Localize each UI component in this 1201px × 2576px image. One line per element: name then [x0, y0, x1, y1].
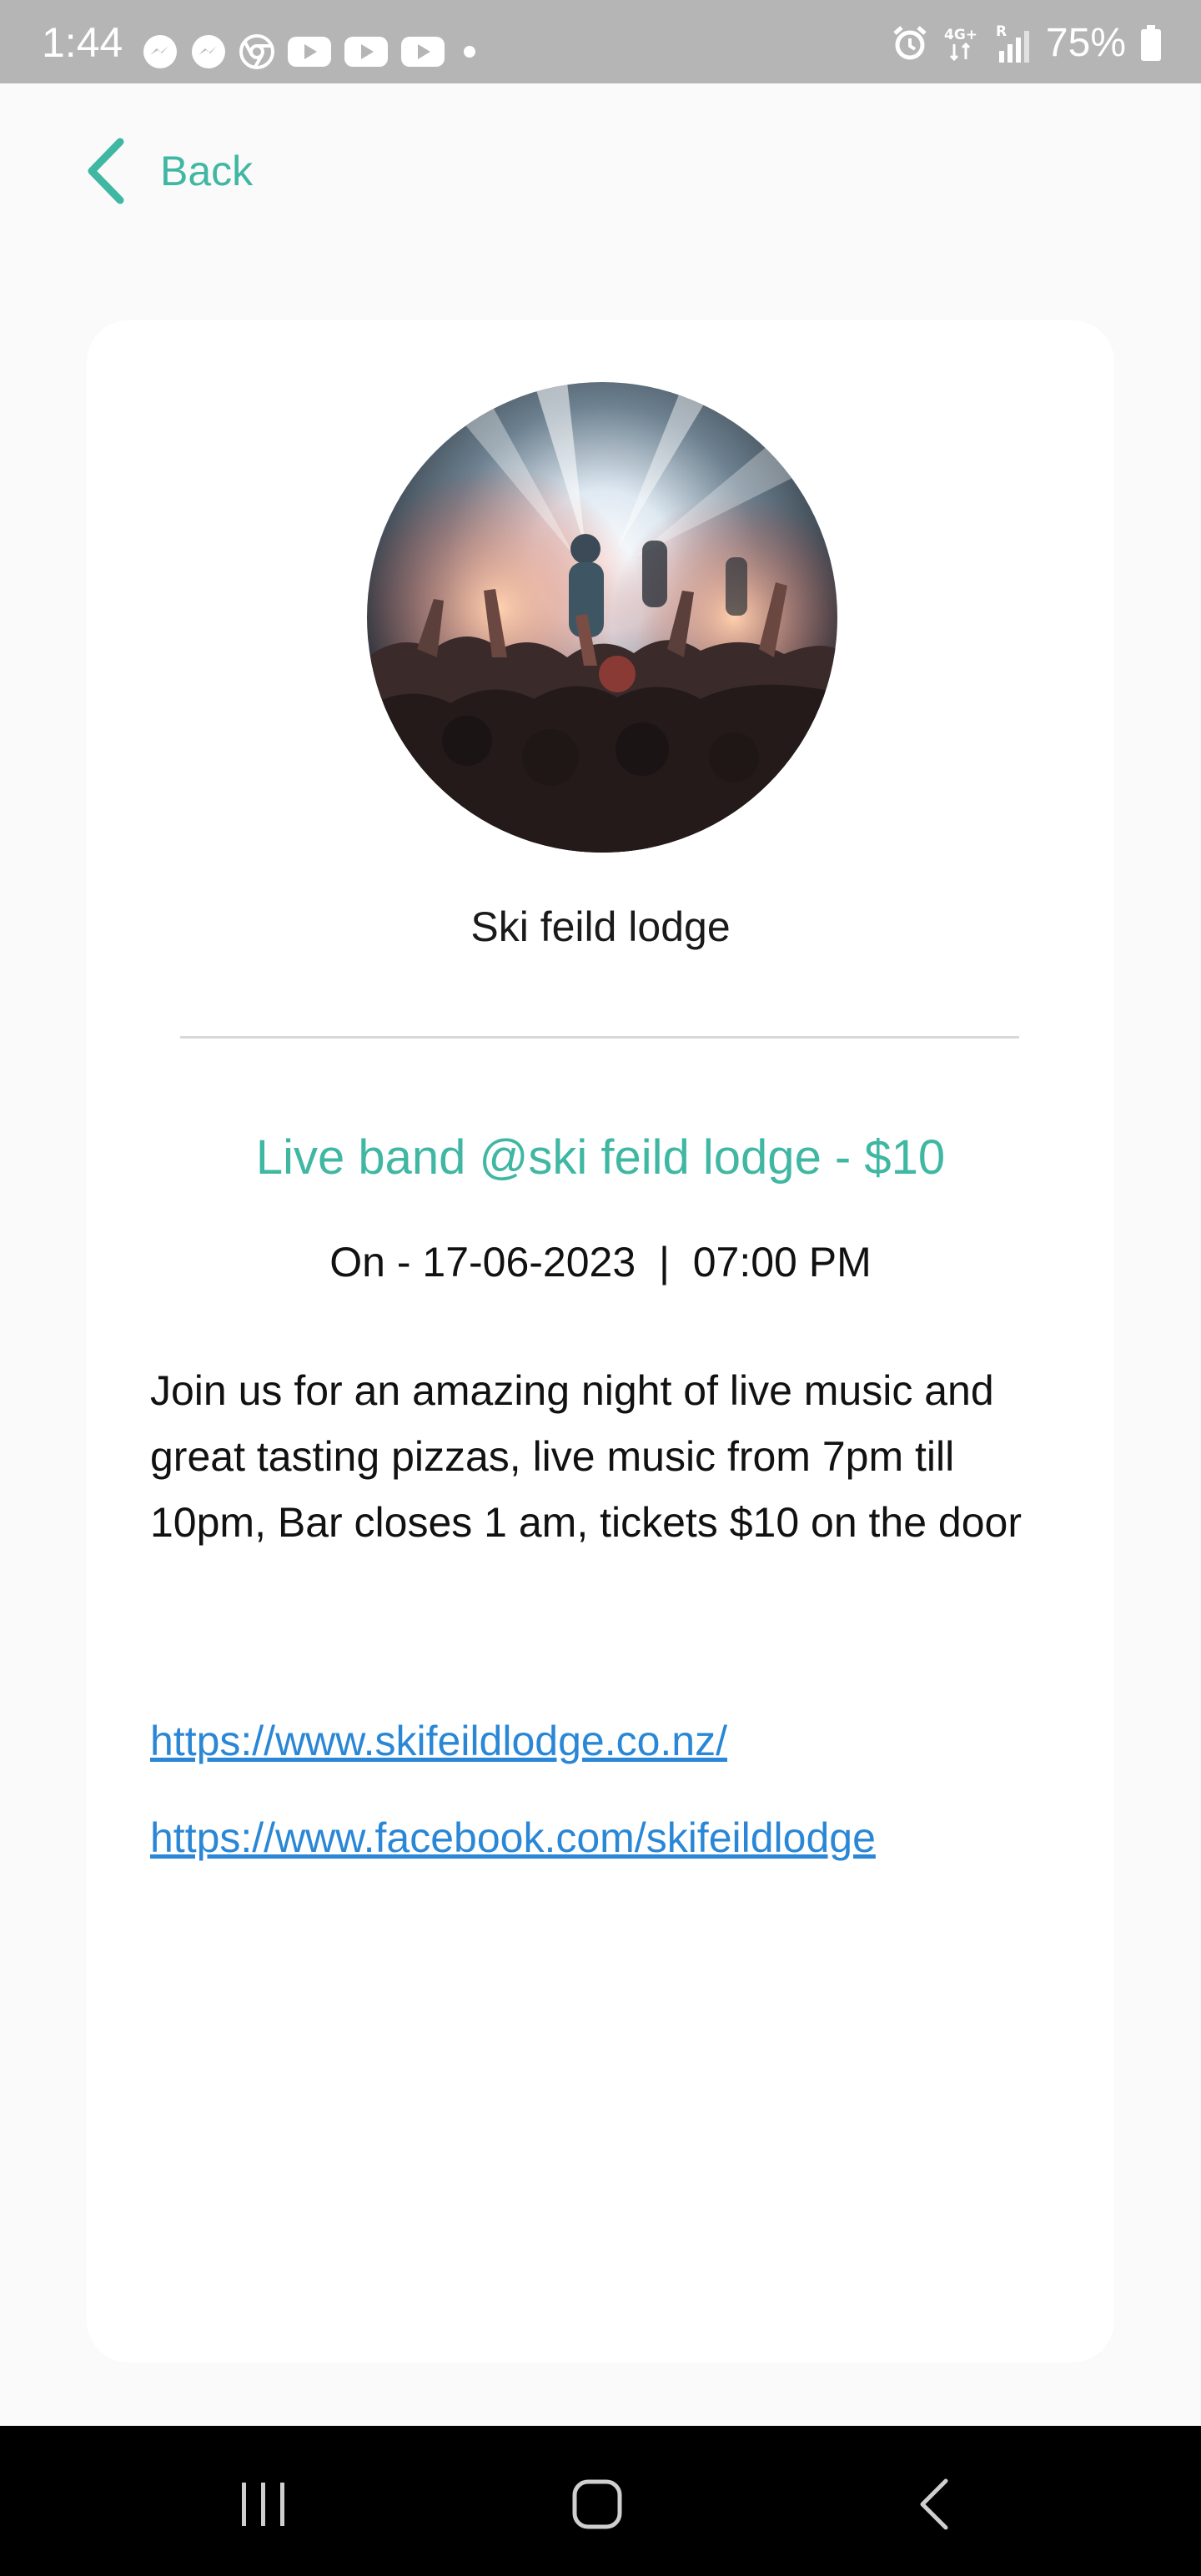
status-time: 1:44 [42, 19, 123, 66]
event-datetime: On - 17-06-2023 | 07:00 PM [329, 1239, 872, 1285]
navigation-bar [0, 2426, 1201, 2576]
home-button[interactable] [555, 2471, 639, 2538]
event-card: Ski feild lodge Live band @ski feild lod… [87, 320, 1114, 2362]
alarm-icon [893, 26, 927, 60]
divider [180, 1036, 1019, 1039]
youtube-icon [344, 37, 388, 67]
event-description: Join us for an amazing night of live mus… [150, 1367, 1022, 1546]
battery-percent: 75% [1045, 21, 1126, 65]
recents-icon [242, 2483, 284, 2526]
recents-button[interactable] [222, 2471, 305, 2538]
messenger-icon [143, 35, 177, 68]
home-icon [572, 2479, 622, 2529]
youtube-icon [288, 37, 331, 67]
svg-text:R: R [996, 23, 1007, 40]
status-bar: 1:44 4G+ R 75% [0, 0, 1201, 83]
chrome-icon [239, 34, 274, 69]
facebook-link[interactable]: https://www.facebook.com/skifeildlodge [150, 1814, 876, 1862]
network-4g-icon: 4G+ [944, 27, 977, 62]
system-back-button[interactable] [892, 2471, 976, 2538]
svg-text:4G+: 4G+ [944, 27, 977, 43]
back-label: Back [160, 148, 254, 194]
notification-icons [142, 30, 482, 73]
website-link[interactable]: https://www.skifeildlodge.co.nz/ [150, 1717, 727, 1765]
venue-name: Ski feild lodge [470, 903, 731, 950]
back-icon [920, 2478, 948, 2530]
venue-photo [367, 382, 837, 853]
youtube-icon [401, 37, 445, 67]
chevron-left-icon [88, 138, 124, 204]
system-icons: 4G+ R 75% [891, 20, 1163, 67]
event-title: Live band @ski feild lodge - $10 [255, 1130, 946, 1185]
messenger-icon [192, 35, 225, 68]
signal-icon: R [996, 23, 1029, 63]
back-button[interactable]: Back [83, 133, 253, 209]
dot-icon [464, 46, 475, 58]
battery-icon [1141, 25, 1161, 61]
